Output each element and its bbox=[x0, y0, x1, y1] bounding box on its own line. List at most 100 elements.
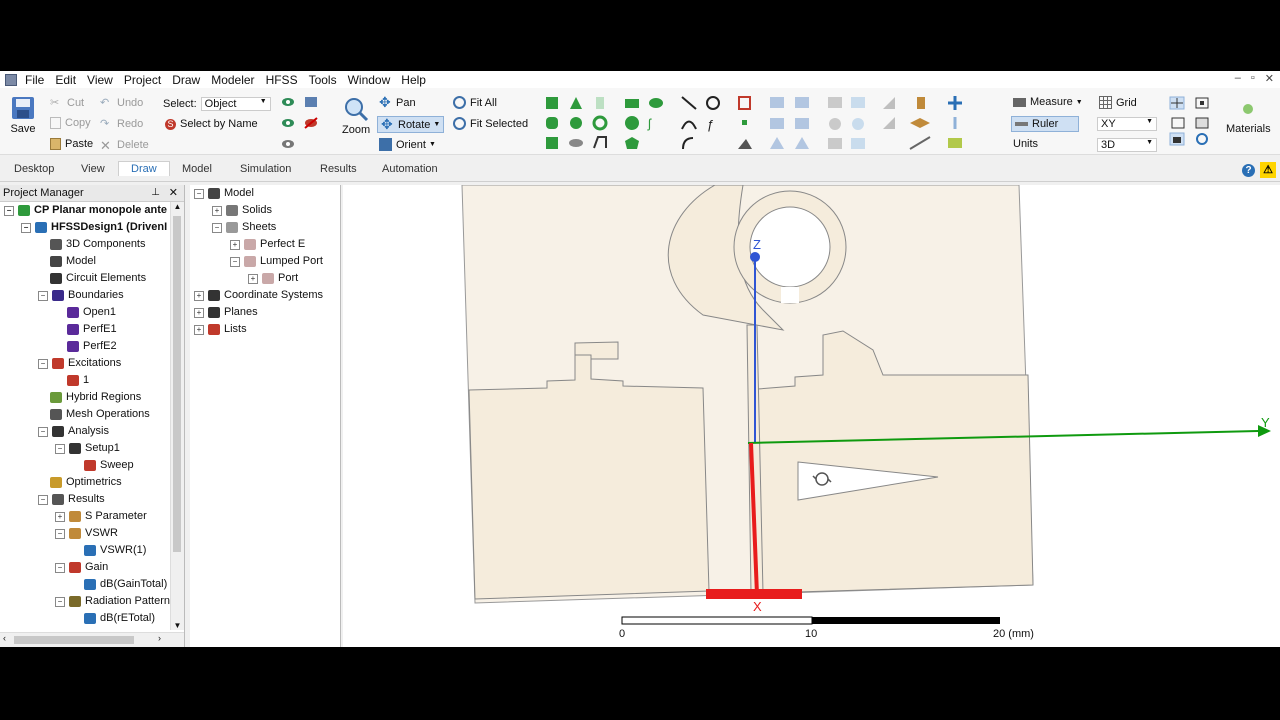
warning-icon[interactable]: ⚠ bbox=[1260, 162, 1276, 178]
pm-item-sweep[interactable]: Sweep bbox=[72, 457, 134, 474]
tab-desktop[interactable]: Desktop bbox=[14, 163, 54, 175]
expander-icon[interactable]: − bbox=[212, 222, 222, 233]
snap-toolbar[interactable] bbox=[1168, 95, 1214, 147]
hscroll-thumb[interactable] bbox=[14, 636, 134, 644]
fit-all-button[interactable]: Fit All bbox=[453, 96, 497, 109]
expander-icon[interactable]: − bbox=[230, 256, 240, 267]
project-tree-hscrollbar[interactable]: ‹ › bbox=[0, 632, 184, 647]
scroll-down-arrow[interactable]: ▼ bbox=[171, 621, 184, 630]
delete-button[interactable]: ✕ Delete bbox=[100, 138, 149, 153]
save-button[interactable]: Save bbox=[10, 96, 36, 135]
model-tree-item-lists[interactable]: + Lists bbox=[194, 321, 247, 338]
dimension-dropdown[interactable]: 3D ▼ bbox=[1097, 138, 1157, 152]
expander-icon[interactable]: + bbox=[55, 511, 65, 522]
pm-item-gain[interactable]: − Gain bbox=[55, 559, 108, 576]
menu-draw[interactable]: Draw bbox=[172, 73, 200, 87]
select-by-name-button[interactable]: S Select by Name bbox=[165, 118, 258, 130]
pm-item-results[interactable]: − Results bbox=[38, 491, 105, 508]
cut-button[interactable]: ✂ Cut bbox=[50, 96, 84, 110]
tab-automation[interactable]: Automation bbox=[382, 163, 438, 175]
expander-icon[interactable]: − bbox=[55, 528, 65, 539]
pm-item-perfe2[interactable]: PerfE2 bbox=[55, 338, 117, 355]
pm-item-open1[interactable]: Open1 bbox=[55, 304, 116, 321]
pm-item-analysis[interactable]: − Analysis bbox=[38, 423, 109, 440]
scroll-up-arrow[interactable]: ▲ bbox=[171, 202, 184, 211]
pm-item-1[interactable]: 1 bbox=[55, 372, 89, 389]
expander-icon[interactable]: + bbox=[194, 307, 204, 318]
measure-button[interactable]: Measure ▼ bbox=[1013, 96, 1083, 108]
antenna-model-drawing[interactable]: Z Y X 0 10 20 (mm) bbox=[343, 184, 1280, 647]
model-tree-item-lumped-port[interactable]: − Lumped Port bbox=[230, 253, 323, 270]
tab-model[interactable]: Model bbox=[182, 163, 212, 175]
expander-icon[interactable]: + bbox=[194, 290, 204, 301]
pm-item-circuit-elements[interactable]: Circuit Elements bbox=[38, 270, 146, 287]
materials-button[interactable]: Materials bbox=[1226, 102, 1271, 135]
menu-hfss[interactable]: HFSS bbox=[266, 73, 298, 87]
redo-button[interactable]: ↷ Redo bbox=[100, 117, 143, 131]
pm-item-vswr[interactable]: − VSWR bbox=[55, 525, 118, 542]
model-tree-item-coordinate-systems[interactable]: + Coordinate Systems bbox=[194, 287, 323, 304]
expander-icon[interactable]: − bbox=[21, 222, 31, 233]
scroll-thumb[interactable] bbox=[173, 216, 181, 552]
pm-item-excitations[interactable]: − Excitations bbox=[38, 355, 121, 372]
menu-help[interactable]: Help bbox=[401, 73, 426, 87]
pm-item-optimetrics[interactable]: Optimetrics bbox=[38, 474, 122, 491]
model-tree-item-perfect-e[interactable]: + Perfect E bbox=[230, 236, 305, 253]
pm-item-cp-planar-monopole-ante[interactable]: − CP Planar monopole ante bbox=[4, 202, 167, 219]
hide-icon[interactable] bbox=[281, 117, 295, 129]
paste-button[interactable]: Paste bbox=[50, 138, 93, 150]
model-tree-item-sheets[interactable]: − Sheets bbox=[212, 219, 276, 236]
pm-item-db-gaintotal[interactable]: dB(GainTotal) bbox=[72, 576, 167, 593]
help-icon[interactable]: ? bbox=[1242, 164, 1255, 177]
expander-icon[interactable]: − bbox=[38, 426, 48, 437]
close-button[interactable]: ✕ bbox=[1265, 72, 1274, 85]
pm-item-vswr-1[interactable]: VSWR(1) bbox=[72, 542, 146, 559]
model-tree-item-solids[interactable]: + Solids bbox=[212, 202, 272, 219]
pm-item-s-parameter[interactable]: + S Parameter bbox=[55, 508, 147, 525]
draw-primitives-toolbar[interactable]: ʃ ƒ bbox=[543, 94, 1003, 150]
menu-file[interactable]: File bbox=[25, 73, 44, 87]
expander-icon[interactable]: + bbox=[248, 273, 258, 284]
expander-icon[interactable]: − bbox=[194, 188, 204, 199]
pm-item-hfssdesign1-driveni[interactable]: − HFSSDesign1 (DrivenI bbox=[21, 219, 167, 236]
expander-icon[interactable]: + bbox=[230, 239, 240, 250]
units-button[interactable]: Units bbox=[1013, 138, 1038, 150]
copy-button[interactable]: Copy bbox=[50, 117, 91, 129]
tab-simulation[interactable]: Simulation bbox=[240, 163, 291, 175]
show-selected-icon[interactable] bbox=[281, 138, 295, 150]
pm-item-3d-components[interactable]: 3D Components bbox=[38, 236, 146, 253]
expander-icon[interactable]: − bbox=[55, 443, 65, 454]
project-tree-vscrollbar[interactable]: ▲ ▼ bbox=[170, 202, 184, 630]
model-tree-item-port[interactable]: + Port bbox=[248, 270, 298, 287]
pm-item-db-retotal[interactable]: dB(rETotal) bbox=[72, 610, 155, 627]
expander-icon[interactable]: + bbox=[194, 324, 204, 335]
show-all-icon[interactable] bbox=[304, 96, 318, 108]
tab-results[interactable]: Results bbox=[320, 163, 357, 175]
scroll-left-arrow[interactable]: ‹ bbox=[3, 633, 6, 643]
model-tree-item-model[interactable]: − Model bbox=[194, 185, 254, 202]
expander-icon[interactable]: − bbox=[38, 358, 48, 369]
grid-button[interactable]: Grid bbox=[1099, 96, 1137, 109]
tab-view[interactable]: View bbox=[81, 163, 105, 175]
pan-button[interactable]: ✥ Pan bbox=[379, 95, 416, 109]
show-icon-1[interactable] bbox=[281, 96, 295, 108]
undo-button[interactable]: ↶ Undo bbox=[100, 96, 143, 110]
orient-button[interactable]: Orient ▼ bbox=[379, 138, 436, 151]
rotate-button[interactable]: ✥ Rotate ▼ bbox=[377, 116, 445, 133]
expander-icon[interactable]: − bbox=[4, 205, 14, 216]
menu-view[interactable]: View bbox=[87, 73, 113, 87]
scroll-right-arrow[interactable]: › bbox=[158, 633, 161, 643]
menu-edit[interactable]: Edit bbox=[55, 73, 76, 87]
pm-item-radiation-pattern[interactable]: − Radiation Pattern bbox=[55, 593, 170, 610]
ruler-button[interactable]: Ruler bbox=[1011, 116, 1080, 132]
restore-button[interactable]: ▫ bbox=[1251, 72, 1255, 85]
pm-item-setup1[interactable]: − Setup1 bbox=[55, 440, 120, 457]
close-icon[interactable]: ✕ bbox=[169, 185, 178, 201]
tab-draw[interactable]: Draw bbox=[118, 161, 170, 176]
expander-icon[interactable]: − bbox=[38, 290, 48, 301]
pin-icon[interactable]: ⊥ bbox=[151, 185, 160, 201]
pm-item-perfe1[interactable]: PerfE1 bbox=[55, 321, 117, 338]
expander-icon[interactable]: + bbox=[212, 205, 222, 216]
menu-project[interactable]: Project bbox=[124, 73, 161, 87]
menu-modeler[interactable]: Modeler bbox=[211, 73, 254, 87]
